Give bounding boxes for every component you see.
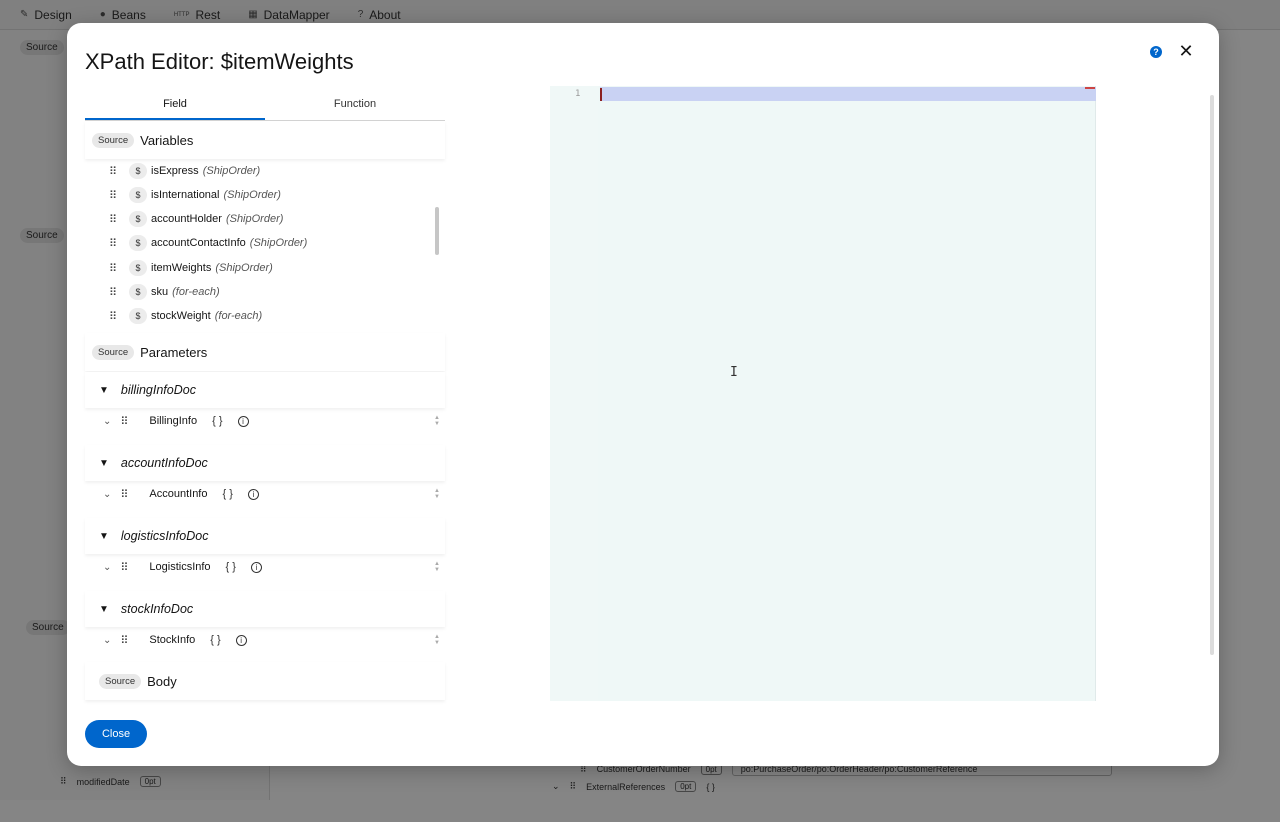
field-panel: Source Variables ⠿ $ isExpress (ShipOrde… (85, 121, 445, 701)
object-type-icon: { } (225, 561, 236, 573)
info-icon[interactable]: i (237, 415, 249, 427)
variable-item[interactable]: ⠿ $ stockWeight (for-each) (109, 306, 262, 326)
grip-icon[interactable]: ⠿ (109, 189, 129, 202)
variables-title: Variables (140, 132, 194, 148)
variable-item[interactable]: ⠿ $ sku (for-each) (109, 282, 220, 302)
grip-icon[interactable]: ⠿ (109, 165, 129, 178)
close-button[interactable]: Close (85, 720, 147, 748)
variables-scrollbar[interactable] (435, 207, 439, 255)
grip-icon[interactable]: ⠿ (120, 561, 140, 574)
body-header[interactable]: Source Body (85, 662, 445, 700)
variable-badge: $ (129, 284, 147, 300)
scroll-arrows-icon[interactable]: ▲ ▼ (434, 634, 440, 646)
close-icon[interactable]: ✕ (1178, 40, 1194, 62)
variable-item[interactable]: ⠿ $ isInternational (ShipOrder) (109, 185, 281, 205)
scroll-arrows-icon[interactable]: ▲ ▼ (434, 561, 440, 573)
object-type-icon: { } (222, 488, 233, 500)
chevron-down-icon[interactable]: ⌄ (103, 416, 111, 427)
xpath-editor-modal: XPath Editor: $itemWeights ? ✕ Field Fun… (67, 23, 1219, 766)
grip-icon[interactable]: ⠿ (109, 213, 129, 226)
variables-header[interactable]: Source Variables (85, 121, 445, 159)
modal-scrollbar[interactable] (1210, 95, 1214, 655)
info-icon[interactable]: i (247, 488, 259, 500)
variables-list: ⠿ $ isExpress (ShipOrder) ⠿ $ isInternat… (85, 157, 443, 331)
modal-title: XPath Editor: $itemWeights (85, 49, 354, 74)
variable-item[interactable]: ⠿ $ accountHolder (ShipOrder) (109, 209, 283, 229)
chevron-down-icon[interactable]: ⌄ (103, 489, 111, 500)
ibeam-cursor-icon: I (730, 365, 738, 380)
variable-badge: $ (129, 235, 147, 251)
source-tag: Source (92, 132, 135, 148)
active-line-highlight (600, 87, 1096, 101)
grip-icon[interactable]: ⠿ (109, 286, 129, 299)
variable-badge: $ (129, 260, 147, 276)
variable-badge: $ (129, 308, 147, 324)
tab-field[interactable]: Field (85, 91, 265, 120)
tab-function[interactable]: Function (265, 91, 445, 120)
scroll-arrows-icon[interactable]: ▲ ▼ (434, 488, 440, 500)
line-number: 1 (575, 89, 581, 99)
parameter-child-row[interactable]: ⌄ ⠿ AccountInfo { } i (103, 482, 259, 506)
caret-down-icon[interactable]: ▼ (99, 458, 109, 469)
parameter-child-row[interactable]: ⌄ ⠿ LogisticsInfo { } i (103, 555, 262, 579)
variable-item[interactable]: ⠿ $ itemWeights (ShipOrder) (109, 258, 273, 278)
variable-badge: $ (129, 211, 147, 227)
caret-down-icon[interactable]: ▼ (99, 604, 109, 615)
xpath-code-editor[interactable]: 1 I (550, 86, 1096, 701)
variable-item[interactable]: ⠿ $ accountContactInfo (ShipOrder) (109, 233, 307, 253)
parameters-title: Parameters (140, 344, 208, 360)
parameter-logisticsinfodoc[interactable]: ▼ logisticsInfoDoc (85, 518, 445, 554)
parameter-accountinfodoc[interactable]: ▼ accountInfoDoc (85, 445, 445, 481)
info-icon[interactable]: i (235, 634, 247, 646)
grip-icon[interactable]: ⠿ (109, 237, 129, 250)
grip-icon[interactable]: ⠿ (109, 262, 129, 275)
info-icon[interactable]: i (250, 561, 262, 573)
grip-icon[interactable]: ⠿ (109, 310, 129, 323)
editor-gutter: 1 (550, 86, 598, 701)
text-cursor (600, 88, 602, 101)
parameters-header[interactable]: Source Parameters (85, 333, 445, 371)
variable-badge: $ (129, 187, 147, 203)
parameter-stockinfodoc[interactable]: ▼ stockInfoDoc (85, 591, 445, 627)
caret-down-icon[interactable]: ▼ (99, 385, 109, 396)
source-tag: Source (92, 344, 135, 360)
caret-down-icon[interactable]: ▼ (99, 531, 109, 542)
grip-icon[interactable]: ⠿ (120, 488, 140, 501)
source-tag: Source (99, 673, 142, 689)
parameter-billinginfodoc[interactable]: ▼ billingInfoDoc (85, 372, 445, 408)
parameter-child-row[interactable]: ⌄ ⠿ BillingInfo { } i (103, 409, 249, 433)
variable-item[interactable]: ⠿ $ isExpress (ShipOrder) (109, 161, 260, 181)
scroll-arrows-icon[interactable]: ▲ ▼ (434, 415, 440, 427)
editor-marker (1085, 87, 1095, 89)
parameter-child-row[interactable]: ⌄ ⠿ StockInfo { } i (103, 628, 247, 652)
object-type-icon: { } (210, 634, 221, 646)
chevron-down-icon[interactable]: ⌄ (103, 562, 111, 573)
grip-icon[interactable]: ⠿ (120, 634, 140, 647)
grip-icon[interactable]: ⠿ (120, 415, 140, 428)
body-title: Body (147, 673, 177, 689)
editor-tabs: Field Function (85, 91, 445, 121)
help-icon[interactable]: ? (1150, 46, 1162, 58)
object-type-icon: { } (212, 415, 223, 427)
chevron-down-icon[interactable]: ⌄ (103, 635, 111, 646)
variable-badge: $ (129, 163, 147, 179)
